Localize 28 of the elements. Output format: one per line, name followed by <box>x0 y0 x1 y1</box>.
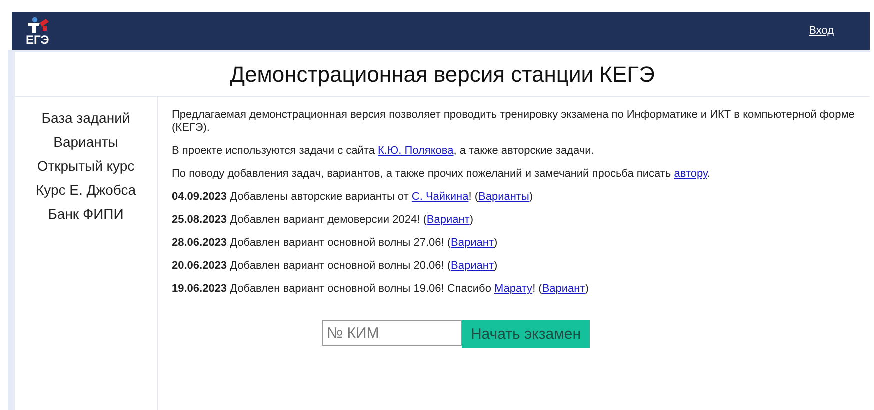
text-link[interactable]: Марату <box>494 283 533 295</box>
news-item: 04.09.2023 Добавлены авторские варианты от С. Чайкина! (Варианты) <box>172 191 534 204</box>
text-link[interactable]: Вариант <box>451 237 494 249</box>
news-item: 28.06.2023 Добавлен вариант основной волны 27.06! (Вариант) <box>172 237 499 250</box>
sidebar-link[interactable]: Открытый курс <box>37 157 135 175</box>
paragraph: В проекте используются задачи с сайта К.Ю. Полякова, а также авторские задачи. <box>172 145 596 158</box>
text-link[interactable]: Вариант <box>542 283 586 295</box>
text-link[interactable]: Варианты <box>478 191 530 203</box>
text-link[interactable]: С. Чайкина <box>412 191 469 203</box>
paragraph: Предлагаемая демонстрационная версия позволяет проводить тренировку экзамена по Информатике и ИКТ в компьютерной форме (КЕГЭ). <box>172 109 856 135</box>
paragraph: По поводу добавления задач, вариантов, а также прочих пожеланий и замечаний просьба писать автору. <box>172 168 712 181</box>
sidebar-link[interactable]: Курс Е. Джобса <box>36 181 136 199</box>
figure-logo-icon <box>26 16 52 32</box>
kim-number-field[interactable]: № КИМ <box>322 320 462 346</box>
news-item: 20.06.2023 Добавлен вариант основной волны 20.06! (Вариант) <box>172 260 499 273</box>
sidebar-link[interactable]: Варианты <box>54 133 118 151</box>
text-link[interactable]: К.Ю. Полякова <box>378 145 454 157</box>
text-link[interactable]: автору <box>674 168 708 180</box>
sidebar-link[interactable]: Банк ФИПИ <box>48 205 124 223</box>
news-item: 25.08.2023 Добавлен вариант демоверсии 2024! (Вариант) <box>172 214 475 227</box>
news-item: 19.06.2023 Добавлен вариант основной волны 19.06! Спасибо Марату! (Вариант) <box>172 283 590 296</box>
login-link[interactable]: Вход <box>809 25 834 37</box>
logo-text: ЕГЭ <box>26 34 50 46</box>
sidebar-link[interactable]: База заданий <box>42 109 130 127</box>
start-exam-button[interactable]: Начать экзамен <box>462 320 590 348</box>
text-link[interactable]: Вариант <box>426 214 470 226</box>
page-title: Демонстрационная версия станции КЕГЭ <box>15 52 870 97</box>
text-link[interactable]: Вариант <box>451 260 494 272</box>
